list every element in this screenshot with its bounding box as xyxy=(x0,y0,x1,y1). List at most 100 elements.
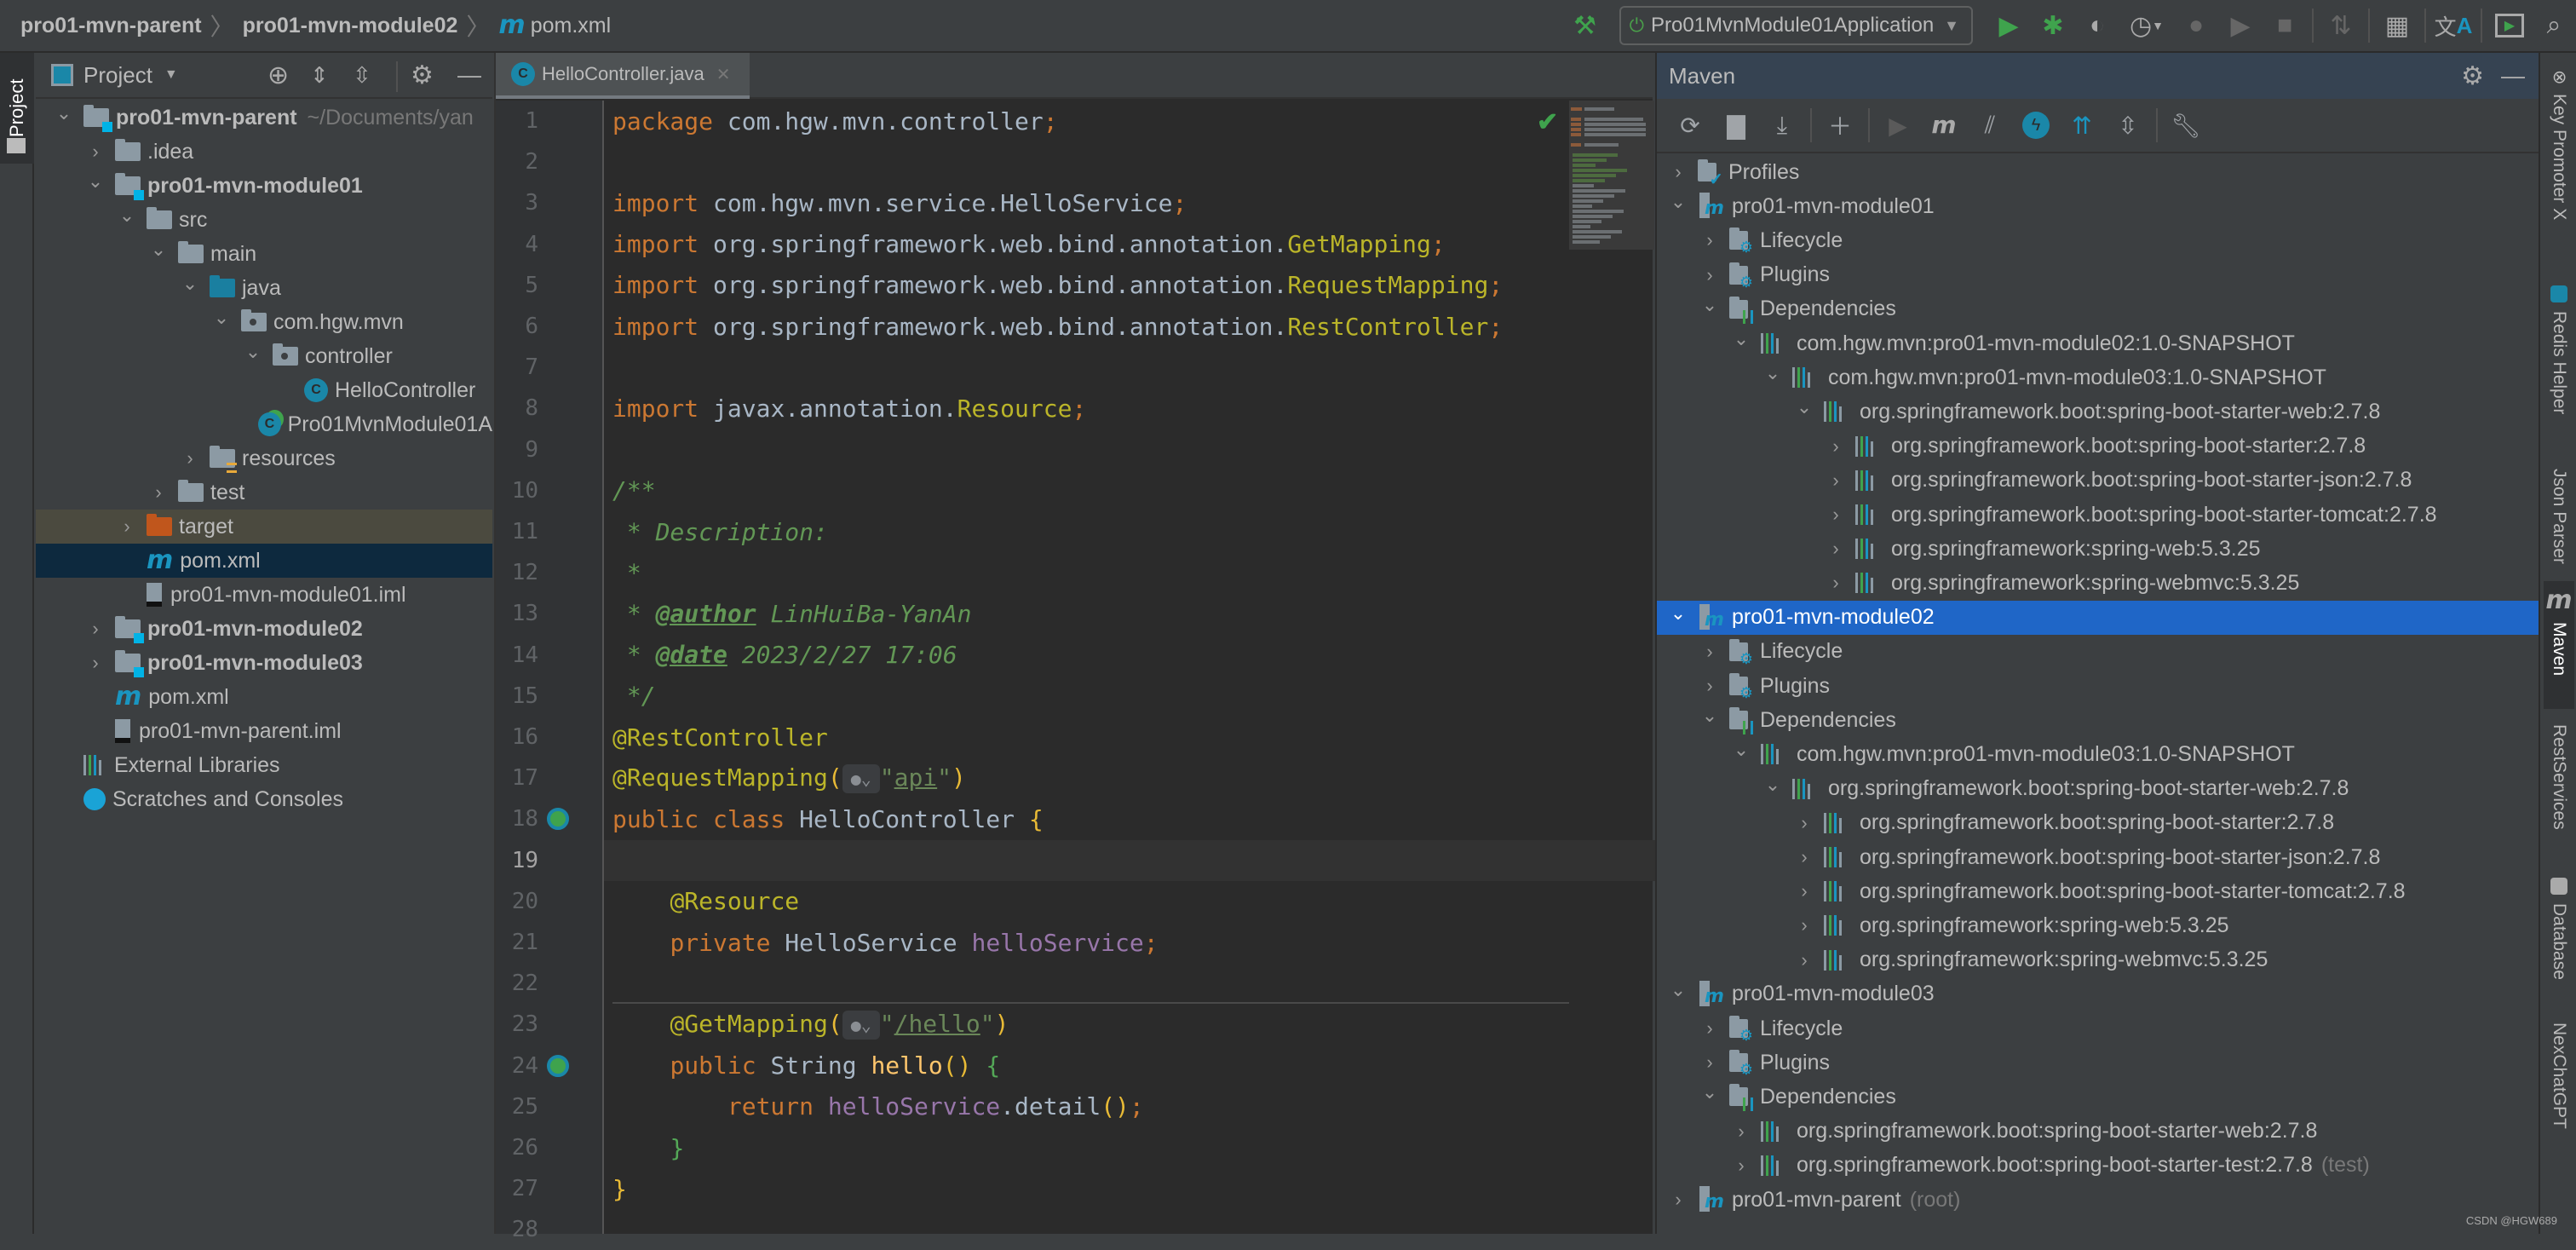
maven-tree-item[interactable]: ›org.springframework.boot:spring-boot-st… xyxy=(1657,840,2539,874)
settings-wrench-icon[interactable]: 🔧︎ xyxy=(2163,105,2209,146)
execute-goal-icon[interactable]: m xyxy=(1921,105,1967,146)
debug-icon[interactable]: ✱ xyxy=(2031,3,2075,48)
code-line[interactable]: 2 xyxy=(496,141,1569,182)
chevron-right-icon[interactable]: › xyxy=(1700,675,1719,697)
tool-tab-maven[interactable]: mMaven xyxy=(2544,581,2574,709)
run-icon[interactable]: ▶ xyxy=(1875,105,1921,146)
maven-tree-item[interactable]: ›org.springframework.boot:spring-boot-st… xyxy=(1657,1115,2539,1149)
minimize-icon[interactable]: — xyxy=(457,61,481,89)
chevron-down-icon[interactable]: ⌄ xyxy=(1700,705,1719,727)
chevron-down-icon[interactable]: ⌄ xyxy=(1669,191,1688,213)
code-line[interactable]: 6import org.springframework.web.bind.ann… xyxy=(496,306,1569,347)
chevron-right-icon[interactable]: › xyxy=(1700,229,1719,251)
tool-tab-key-promoter-x[interactable]: ⊗Key Promoter X xyxy=(2544,63,2574,251)
tree-item[interactable]: pro01-mvn-parent.iml xyxy=(36,714,492,748)
code-area[interactable]: 1package com.hgw.mvn.controller;23import… xyxy=(496,101,1653,1234)
code-line[interactable]: 13 * @author LinHuiBa-YanAn xyxy=(496,593,1569,634)
tree-item[interactable]: pro01-mvn-module01.iml xyxy=(36,578,492,612)
run-gutter-icon[interactable] xyxy=(547,1055,569,1077)
inspection-ok-icon[interactable]: ✔ xyxy=(1537,107,1558,137)
skip-tests-icon[interactable]: ϟ xyxy=(2013,105,2059,146)
chevron-down-icon[interactable]: ⌄ xyxy=(1763,362,1782,384)
tree-item[interactable]: External Libraries xyxy=(36,748,492,782)
chevron-down-icon[interactable]: ⌄ xyxy=(118,204,136,227)
profile-icon[interactable]: ◷▼ xyxy=(2119,3,2174,48)
code-line[interactable]: 14 * @date 2023/2/27 17:06 xyxy=(496,635,1569,676)
breadcrumb-item[interactable]: pro01-mvn-module02 xyxy=(243,14,458,38)
maven-tree-item[interactable]: ›⚙Plugins xyxy=(1657,669,2539,703)
tree-item[interactable]: ›pro01-mvn-module03 xyxy=(36,646,492,680)
tool-tab-json-parser[interactable]: Json Parser xyxy=(2544,462,2574,573)
resume-icon[interactable]: ▶ xyxy=(2218,3,2263,48)
chevron-down-icon[interactable]: ⌄ xyxy=(212,307,231,329)
code-line[interactable]: 19 xyxy=(602,840,1676,881)
chevron-down-icon[interactable]: ⌄ xyxy=(149,239,168,261)
chevron-right-icon[interactable]: › xyxy=(149,481,168,504)
maven-tree-item[interactable]: ›org.springframework.boot:spring-boot-st… xyxy=(1657,806,2539,840)
chevron-down-icon[interactable]: ⌄ xyxy=(86,170,105,193)
maven-tree-item[interactable]: ⌄com.hgw.mvn:pro01-mvn-module03:1.0-SNAP… xyxy=(1657,737,2539,771)
toggle-offline-icon[interactable]: ⫽ xyxy=(1967,105,2013,146)
chevron-down-icon[interactable]: ⌄ xyxy=(244,341,262,363)
maven-tree-item[interactable]: ›✓Profiles xyxy=(1657,155,2539,189)
chevron-down-icon[interactable]: ⌄ xyxy=(181,273,199,295)
chevron-down-icon[interactable]: ⌄ xyxy=(1700,294,1719,316)
code-line[interactable]: 18public class HelloController { xyxy=(496,798,1569,839)
code-line[interactable]: 4import org.springframework.web.bind.ann… xyxy=(496,224,1569,265)
chevron-down-icon[interactable]: ⌄ xyxy=(1669,979,1688,1001)
maven-tree-item[interactable]: ⌄Dependencies xyxy=(1657,703,2539,737)
terminal-icon[interactable]: ▶ xyxy=(2487,3,2532,48)
chevron-right-icon[interactable]: › xyxy=(1795,846,1814,868)
chevron-right-icon[interactable]: › xyxy=(1795,949,1814,971)
tool-tab-restservices[interactable]: RestServices xyxy=(2544,717,2574,854)
maven-tree-item[interactable]: ⌄com.hgw.mvn:pro01-mvn-module02:1.0-SNAP… xyxy=(1657,326,2539,360)
tool-tab-redis-helper[interactable]: Redis Helper xyxy=(2544,279,2574,449)
tree-item[interactable]: ›resources xyxy=(36,441,492,475)
maven-tree-item[interactable]: ›org.springframework:spring-web:5.3.25 xyxy=(1657,908,2539,942)
chevron-right-icon[interactable]: › xyxy=(181,447,199,469)
chevron-right-icon[interactable]: › xyxy=(1826,504,1845,526)
code-line[interactable]: 21 private HelloService helloService; xyxy=(496,922,1569,963)
maven-tree-item[interactable]: ›⚙Lifecycle xyxy=(1657,223,2539,257)
maven-tree-item[interactable]: ›org.springframework.boot:spring-boot-st… xyxy=(1657,429,2539,464)
tool-tab-database[interactable]: Database xyxy=(2544,871,2574,1007)
tree-item[interactable]: ⌄pro01-mvn-parent~/Documents/yan xyxy=(36,101,492,135)
download-icon[interactable]: ⤓ xyxy=(1759,105,1805,146)
chevron-right-icon[interactable]: › xyxy=(1700,264,1719,286)
code-line[interactable]: 11 * Description: xyxy=(496,511,1569,552)
tree-item[interactable]: ⌄src xyxy=(36,203,492,237)
chevron-right-icon[interactable]: › xyxy=(118,516,136,538)
chevron-down-icon[interactable]: ⌄ xyxy=(1795,396,1814,418)
code-line[interactable]: 24 public String hello() { xyxy=(496,1046,1569,1086)
tree-item[interactable]: CPro01MvnModule01A xyxy=(36,407,492,441)
chevron-down-icon[interactable]: ⌄ xyxy=(55,102,73,124)
chevron-down-icon[interactable]: ⌄ xyxy=(1700,1081,1719,1103)
tool-tab-nexchatgpt[interactable]: NexChatGPT xyxy=(2544,1016,2574,1143)
chevron-right-icon[interactable]: › xyxy=(1732,1120,1751,1143)
chevron-down-icon[interactable]: ⌄ xyxy=(1669,602,1688,625)
code-line[interactable]: 20 @Resource xyxy=(496,881,1569,922)
maven-tree-item[interactable]: ⌄Dependencies xyxy=(1657,292,2539,326)
reload-icon[interactable]: ⟳ xyxy=(1667,105,1713,146)
maven-tree-item[interactable]: ⌄Dependencies xyxy=(1657,1080,2539,1114)
code-line[interactable]: 28 xyxy=(496,1209,1569,1250)
chevron-right-icon[interactable]: › xyxy=(1732,1155,1751,1177)
tree-item[interactable]: CHelloController xyxy=(36,373,492,407)
maven-tree-item[interactable]: ⌄mpro01-mvn-module02 xyxy=(1657,601,2539,635)
chevron-right-icon[interactable]: › xyxy=(86,141,105,163)
show-dependencies-icon[interactable]: ⇈ xyxy=(2059,105,2105,146)
translate-icon[interactable]: 文A xyxy=(2431,3,2475,48)
gear-icon[interactable]: ⚙ xyxy=(411,60,434,90)
code-line[interactable]: 9 xyxy=(496,429,1569,470)
chevron-right-icon[interactable]: › xyxy=(1826,469,1845,492)
vcs-icon[interactable]: ⇅ xyxy=(2319,3,2363,48)
project-view-select[interactable]: Project xyxy=(83,62,152,89)
minimize-icon[interactable]: — xyxy=(2501,62,2525,89)
stop-icon[interactable]: ■ xyxy=(2263,3,2307,48)
run-configuration-select[interactable]: ⏻ Pro01MvnModule01Application ▼ xyxy=(1619,6,1973,45)
chevron-down-icon[interactable]: ▼ xyxy=(164,67,178,83)
project-structure-icon[interactable]: ▦ xyxy=(2375,3,2419,48)
maven-tree-item[interactable]: ⌄org.springframework.boot:spring-boot-st… xyxy=(1657,395,2539,429)
maven-tree-item[interactable]: ›⚙Lifecycle xyxy=(1657,1011,2539,1046)
code-line[interactable]: 17@RequestMapping(●⌄"api") xyxy=(496,757,1569,798)
